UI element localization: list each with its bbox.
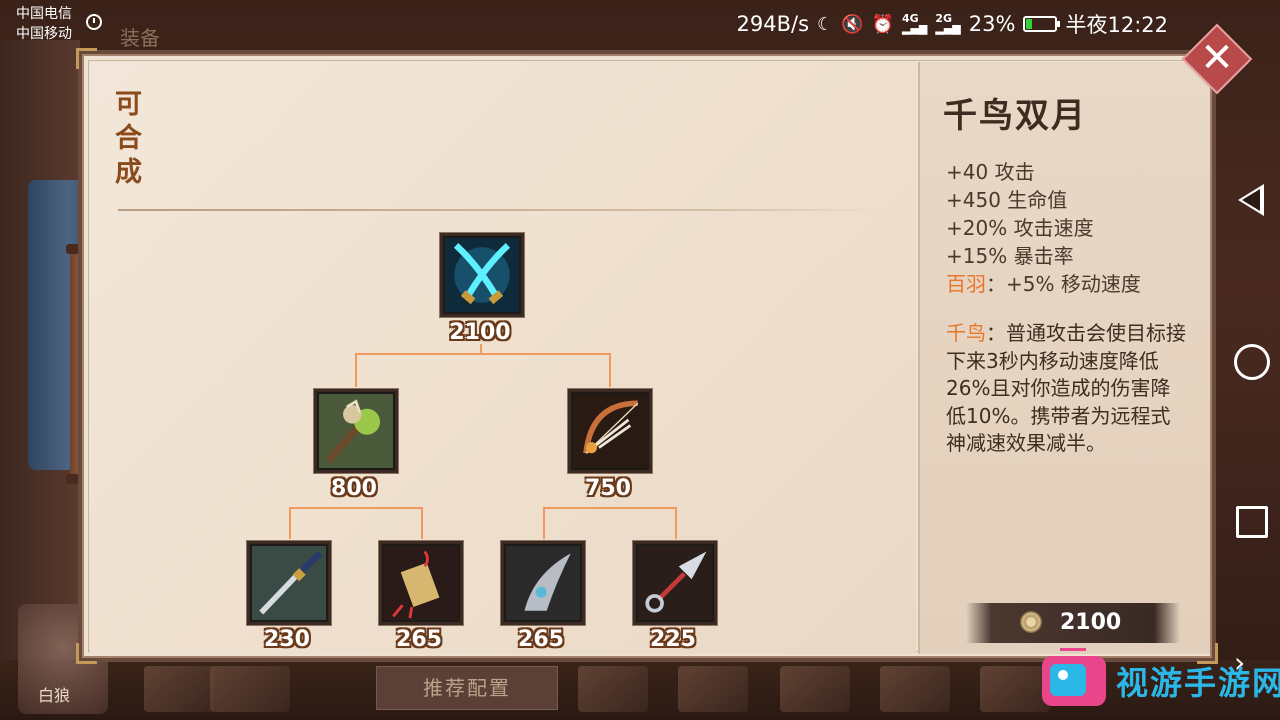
tree-connector xyxy=(289,507,423,509)
moon-icon: ☾ xyxy=(817,13,834,35)
coin-icon xyxy=(1020,611,1042,633)
katana-icon xyxy=(252,546,326,620)
tv-logo-icon xyxy=(1042,656,1106,706)
item-stats: +40 攻击 +450 生命值 +20% 攻击速度 +15% 暴击率 百羽：+5… xyxy=(946,158,1196,298)
item-kunai[interactable] xyxy=(633,541,717,625)
tree-connector xyxy=(355,353,611,355)
tree-connector xyxy=(543,507,545,539)
item-price: 750 xyxy=(585,476,631,501)
signal-4g-icon: 4G ▂▄▆ xyxy=(902,12,928,35)
carrier-2: 中国移动 xyxy=(16,26,72,42)
twin-blades-icon xyxy=(445,238,519,312)
item-bow[interactable] xyxy=(568,389,652,473)
passive-label: 千鸟 xyxy=(946,321,986,345)
clock: 半夜12:22 xyxy=(1065,13,1168,37)
recent-apps-icon[interactable] xyxy=(1236,506,1268,538)
bonus-label: 百羽 xyxy=(946,272,986,296)
item-price: 2100 xyxy=(449,320,511,345)
background-equipment-slot xyxy=(780,666,850,712)
item-katana[interactable] xyxy=(247,541,331,625)
signal-2g-icon: 2G ▂▄▆ xyxy=(935,12,961,35)
tree-connector xyxy=(609,353,611,387)
back-icon[interactable] xyxy=(1238,184,1264,216)
bonus-text: ：+5% 移动速度 xyxy=(986,272,1141,296)
item-title: 千鸟双月 xyxy=(943,96,1087,136)
total-price: 2100 xyxy=(1060,610,1122,635)
stat-line: +20% 攻击速度 xyxy=(946,216,1094,240)
status-bar: 中国电信 中国移动 294B/s ☾ 🔇 ⏰ 4G ▂▄▆ 2G ▂▄▆ 23% 半… xyxy=(0,0,1280,48)
tree-connector xyxy=(543,507,677,509)
corner-ornament xyxy=(76,48,97,69)
item-charm[interactable] xyxy=(379,541,463,625)
item-price: 800 xyxy=(331,476,377,501)
android-nav-bar: › xyxy=(1220,48,1280,720)
tree-connector xyxy=(355,353,357,387)
home-icon[interactable] xyxy=(1234,344,1270,380)
stat-line: +15% 暴击率 xyxy=(946,244,1074,268)
item-price: 265 xyxy=(518,627,564,652)
stat-line: +450 生命值 xyxy=(946,188,1068,212)
background-equipment-slot xyxy=(144,666,214,712)
kunai-icon xyxy=(638,546,712,620)
item-club[interactable] xyxy=(314,389,398,473)
battery-percent: 23% xyxy=(968,12,1016,36)
section-divider xyxy=(118,209,878,211)
mute-icon: 🔇 xyxy=(841,13,864,35)
tv-eye xyxy=(1058,670,1068,680)
timer-icon xyxy=(86,14,102,30)
composable-label: 可合成 xyxy=(115,89,142,188)
tree-connector xyxy=(421,507,423,539)
claw-icon xyxy=(506,546,580,620)
tv-screen xyxy=(1050,664,1086,696)
alarm-icon: ⏰ xyxy=(871,13,894,35)
item-claw[interactable] xyxy=(501,541,585,625)
background-equipment-slot xyxy=(210,666,290,712)
battery-icon xyxy=(1023,16,1061,32)
club-icon xyxy=(319,394,393,468)
item-twin-blades[interactable] xyxy=(440,233,524,317)
watermark: 视游手游网 xyxy=(1038,648,1280,718)
background-equipment-slot xyxy=(578,666,648,712)
stat-line: +40 攻击 xyxy=(946,160,1035,184)
background-equipment-slot xyxy=(880,666,950,712)
corner-ornament xyxy=(76,643,97,664)
recommend-config-button[interactable]: 推荐配置 xyxy=(376,666,558,710)
item-price: 225 xyxy=(650,627,696,652)
bow-icon xyxy=(573,394,647,468)
passive-description: 千鸟：普通攻击会使目标接下来3秒内移动速度降低26%且对你造成的伤害降低10%。… xyxy=(946,320,1186,458)
background-equipment-slot xyxy=(678,666,748,712)
item-price: 230 xyxy=(264,627,310,652)
bonus-line: 百羽：+5% 移动速度 xyxy=(946,270,1196,298)
network-speed: 294B/s xyxy=(736,12,810,36)
tree-connector xyxy=(675,507,677,539)
carrier-1: 中国电信 xyxy=(16,6,72,22)
character-name: 白狼 xyxy=(38,686,71,705)
item-price: 265 xyxy=(396,627,442,652)
tree-connector xyxy=(289,507,291,539)
watermark-text: 视游手游网 xyxy=(1116,664,1280,702)
charm-icon xyxy=(384,546,458,620)
